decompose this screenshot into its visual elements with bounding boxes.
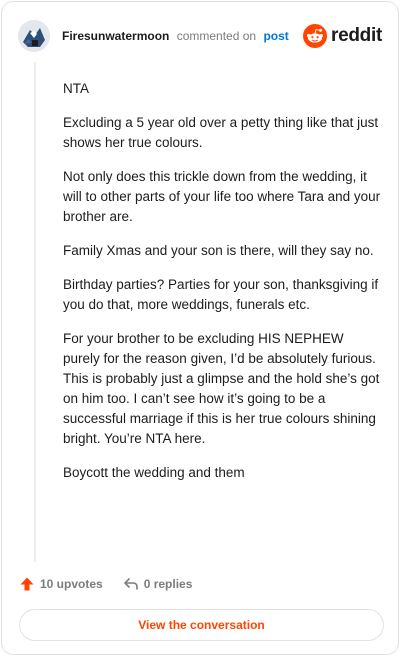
comment-actions: 10 upvotes 0 replies (19, 574, 192, 594)
username-link[interactable]: Firesunwatermoon (62, 29, 169, 43)
reddit-logo-icon (303, 24, 328, 48)
upvote-count: 10 upvotes (40, 577, 103, 591)
thread-line (34, 62, 36, 562)
reply-arrow-icon (123, 578, 138, 590)
upvote-arrow-icon (20, 577, 34, 591)
user-avatar-image (18, 20, 50, 52)
comment-paragraph: Family Xmas and your son is there, will … (63, 243, 374, 258)
embedded-comment-card: Firesunwatermoon commented on post reddi… (1, 1, 399, 655)
comment-body: NTA Excluding a 5 year old over a petty … (63, 79, 381, 497)
reddit-wordmark: reddit (331, 25, 382, 46)
comment-paragraph: Birthday parties? Parties for your son, … (63, 277, 379, 312)
byline: Firesunwatermoon commented on post (62, 29, 289, 43)
view-conversation-button[interactable]: View the conversation (19, 609, 384, 641)
comment-paragraph: Not only does this trickle down from the… (63, 169, 381, 224)
comment-paragraph: For your brother to be excluding HIS NEP… (63, 331, 380, 446)
reply-button[interactable]: 0 replies (123, 576, 193, 592)
upvote-button[interactable]: 10 upvotes (19, 576, 103, 592)
comment-paragraph: NTA (63, 81, 89, 96)
commented-on-text: commented on (176, 29, 257, 43)
avatar[interactable] (18, 20, 50, 52)
comment-paragraph: Boycott the wedding and them (63, 465, 245, 480)
comment-paragraph: Excluding a 5 year old over a petty thin… (63, 115, 379, 150)
post-link[interactable]: post (263, 29, 288, 43)
reply-count: 0 replies (143, 577, 193, 591)
comment-header: Firesunwatermoon commented on post reddi… (18, 19, 382, 53)
reddit-brand[interactable]: reddit (303, 24, 382, 48)
